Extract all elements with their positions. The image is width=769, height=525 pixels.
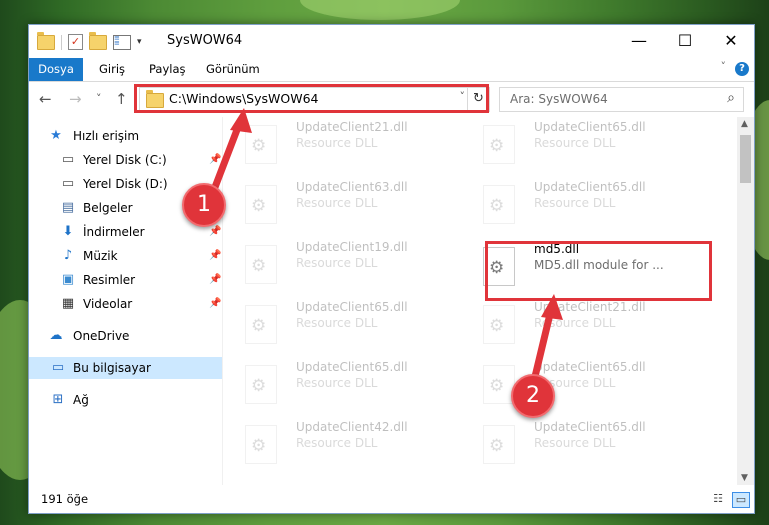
step-2-badge: 2 [511, 374, 555, 418]
annotation-arrows [208, 108, 563, 389]
arrow-1-head [230, 108, 252, 133]
step-1-badge: 1 [182, 183, 226, 227]
arrow-2-head [541, 294, 563, 320]
arrow-1-shaft [208, 118, 244, 199]
